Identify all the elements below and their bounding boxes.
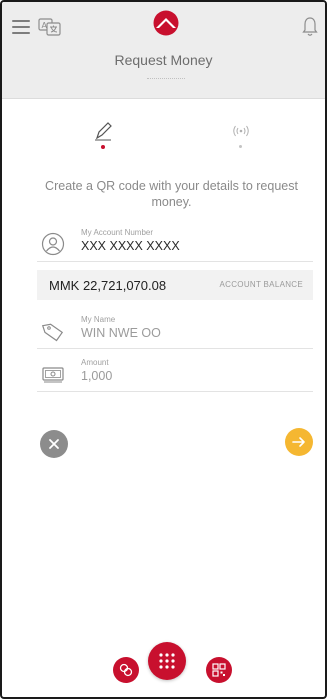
pencil-icon [95, 122, 112, 141]
inactive-tab-indicator [239, 145, 242, 148]
bottom-navigation [2, 642, 325, 697]
close-icon [49, 439, 59, 449]
request-method-tabs [2, 120, 325, 160]
transfer-button[interactable] [113, 657, 139, 683]
next-button[interactable] [285, 428, 313, 456]
amount-label: Amount [81, 358, 109, 367]
nfc-icon [233, 125, 249, 137]
tab-manual[interactable] [88, 120, 118, 160]
translate-icon[interactable]: A [38, 16, 62, 38]
cancel-button[interactable] [40, 430, 68, 458]
name-field[interactable]: My Name WIN NWE OO [37, 309, 313, 349]
user-circle-icon [41, 232, 65, 256]
grid-menu-icon [159, 653, 175, 669]
app-screen: A Request Money Create a QR code with yo… [0, 0, 327, 699]
hamburger-menu-icon[interactable] [12, 20, 30, 34]
bell-icon[interactable] [302, 16, 318, 38]
qr-code-icon [212, 663, 226, 677]
qr-code-button[interactable] [206, 657, 232, 683]
account-number-field[interactable]: My Account Number XXX XXXX XXXX [37, 222, 313, 262]
balance-label: ACCOUNT BALANCE [219, 280, 303, 289]
title-underline [147, 78, 185, 79]
account-balance-row: MMK 22,721,070.08 ACCOUNT BALANCE [37, 270, 313, 300]
bank-logo [153, 10, 179, 36]
tab-nfc[interactable] [226, 120, 256, 160]
name-label: My Name [81, 315, 116, 324]
tag-icon [41, 323, 64, 342]
header-bar: A Request Money [2, 2, 325, 99]
cash-icon [42, 367, 64, 383]
name-value: WIN NWE OO [81, 326, 161, 340]
amount-input[interactable]: 1,000 [81, 369, 112, 383]
page-title: Request Money [114, 52, 213, 68]
active-tab-indicator [101, 145, 105, 149]
transfer-icon [119, 663, 133, 677]
account-number-label: My Account Number [81, 228, 154, 237]
instruction-text: Create a QR code with your details to re… [45, 179, 298, 209]
arrow-right-icon [292, 437, 305, 447]
balance-amount: MMK 22,721,070.08 [49, 278, 167, 293]
account-number-value: XXX XXXX XXXX [81, 239, 180, 253]
main-menu-button[interactable] [148, 642, 186, 680]
amount-field[interactable]: Amount 1,000 [37, 352, 313, 392]
